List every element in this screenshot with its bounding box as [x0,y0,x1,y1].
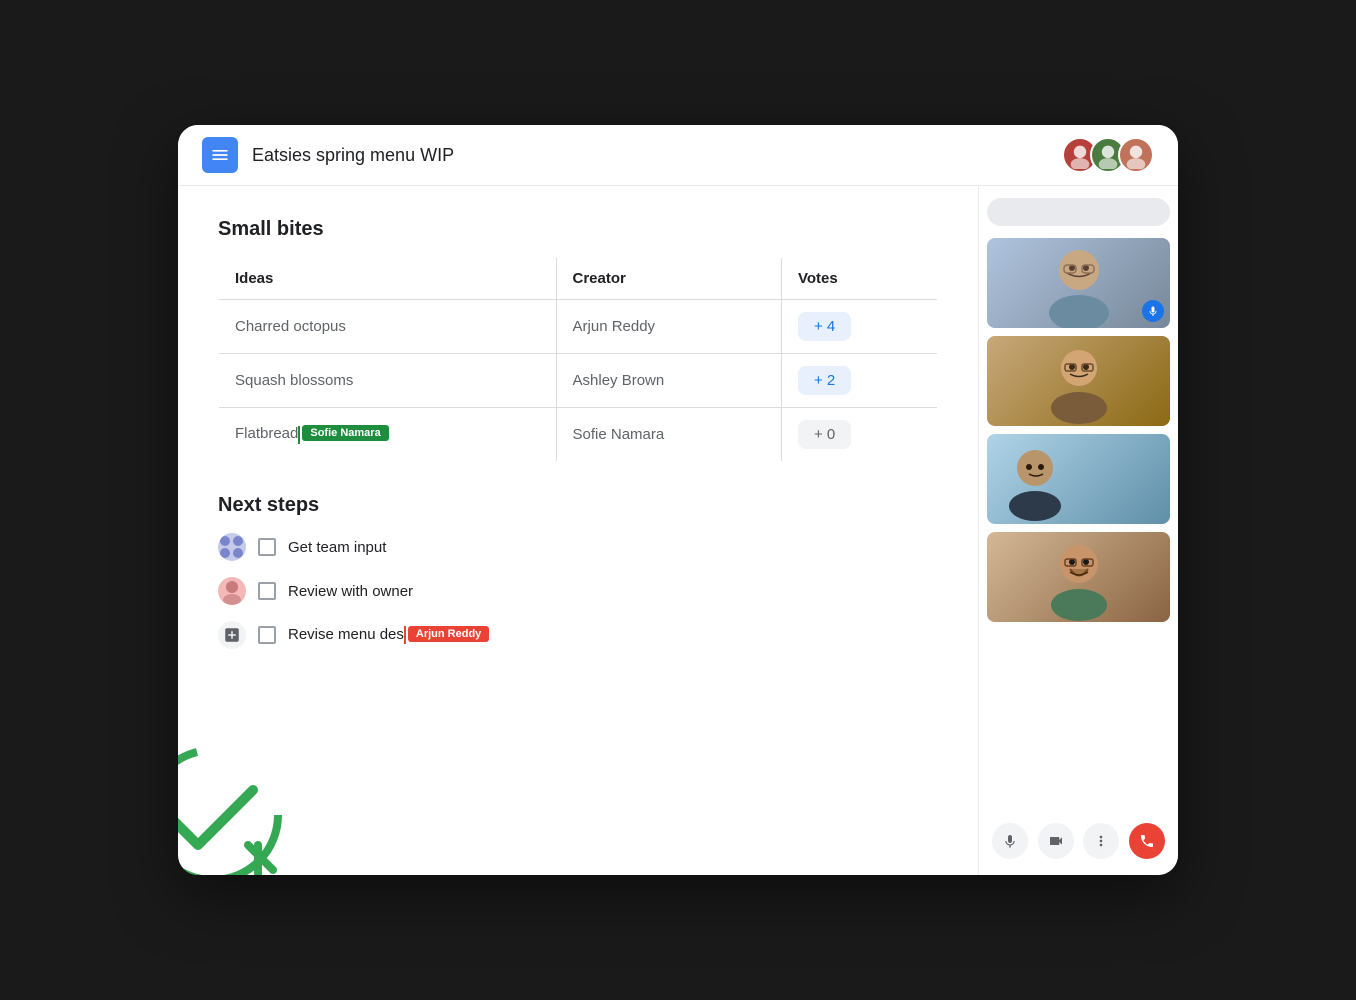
main-layout: Small bites Ideas Creator Votes Charred … [178,186,1178,875]
task-avatar-group [218,533,246,561]
camera-button[interactable] [1038,823,1074,859]
cursor-tooltip-sofie: Sofie Namara [302,425,388,441]
table-row: Charred octopus Arjun Reddy + 4 [219,300,938,354]
task-item-2: Review with owner [218,577,938,605]
video-panel [978,186,1178,875]
creator-ashley-brown: Ashley Brown [556,354,781,408]
creator-sofie-namara: Sofie Namara [556,408,781,462]
doc-icon [202,137,238,173]
checkbox-3[interactable] [258,626,276,644]
task-avatar-single [218,577,246,605]
ideas-table: Ideas Creator Votes Charred octopus Arju… [218,257,938,462]
app-window: Eatsies spring menu WIP Small bites Idea… [178,125,1178,875]
avatar-user3[interactable] [1118,137,1154,173]
vote-button-1[interactable]: + 4 [798,312,851,341]
idea-flatbread: FlatbreadSofie Namara [219,408,557,462]
task-text-1: Get team input [288,539,386,556]
cursor-sofie [298,426,300,444]
section-next-steps-title: Next steps [218,494,938,517]
active-speaker-badge [1142,300,1164,322]
video-thumb-4 [987,532,1170,622]
checkbox-1[interactable] [258,538,276,556]
task-avatar-add [218,621,246,649]
col-header-ideas: Ideas [219,258,557,300]
header-left: Eatsies spring menu WIP [202,137,454,173]
table-row: Squash blossoms Ashley Brown + 2 [219,354,938,408]
task-text-2: Review with owner [288,583,413,600]
video-thumb-1 [987,238,1170,328]
cursor-tooltip-arjun: Arjun Reddy [408,626,489,642]
video-thumb-2 [987,336,1170,426]
task-item-1: Get team input [218,533,938,561]
vote-button-3[interactable]: + 0 [798,420,851,449]
vote-button-2[interactable]: + 2 [798,366,851,395]
vote-squash-blossoms[interactable]: + 2 [782,354,938,408]
video-thumb-3 [987,434,1170,524]
section-small-bites-title: Small bites [218,218,938,241]
vote-charred-octopus[interactable]: + 4 [782,300,938,354]
idea-squash-blossoms: Squash blossoms [219,354,557,408]
col-header-votes: Votes [782,258,938,300]
cursor-arjun [404,626,406,644]
document-area: Small bites Ideas Creator Votes Charred … [178,186,978,875]
video-search-bar [987,198,1170,226]
table-row: FlatbreadSofie Namara Sofie Namara + 0 [219,408,938,462]
document-title: Eatsies spring menu WIP [252,145,454,166]
vote-flatbread[interactable]: + 0 [782,408,938,462]
task-item-3: Revise menu desArjun Reddy [218,621,938,649]
col-header-creator: Creator [556,258,781,300]
task-text-3: Revise menu desArjun Reddy [288,626,489,644]
end-call-button[interactable] [1129,823,1165,859]
checkbox-2[interactable] [258,582,276,600]
collaborator-avatars [1062,137,1154,173]
more-options-button[interactable] [1083,823,1119,859]
idea-charred-octopus: Charred octopus [219,300,557,354]
header: Eatsies spring menu WIP [178,125,1178,186]
mic-button[interactable] [992,823,1028,859]
creator-arjun-reddy: Arjun Reddy [556,300,781,354]
video-controls [987,815,1170,863]
